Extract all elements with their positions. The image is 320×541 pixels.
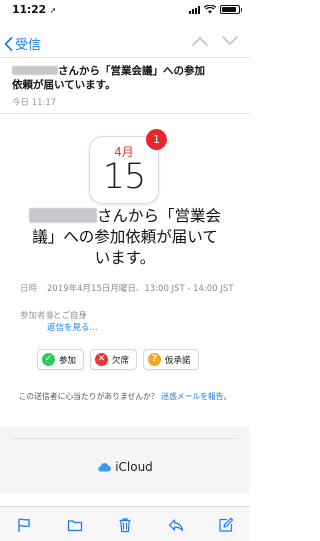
maybe-button[interactable]: ? 仮承諾 [143, 349, 199, 370]
back-button[interactable]: 受信 [4, 34, 41, 53]
invite-title: さんから「営業会 議」への参加依頼が届いて います。 [0, 206, 250, 269]
event-time-row: 日時 2019年4月15日月曜日、13:00 JST - 14:00 JST [20, 283, 247, 295]
nav-bar: 受信 [0, 30, 250, 56]
compose-button[interactable] [218, 517, 234, 533]
notification-badge: 1 [146, 129, 167, 150]
checkmark-icon: ✓ [42, 353, 55, 366]
icloud-label: iCloud [115, 460, 153, 474]
icloud-brand: iCloud [0, 460, 250, 474]
maybe-label: 仮承諾 [165, 355, 191, 366]
attendee-label: 参加者 [20, 311, 46, 321]
bottom-toolbar [0, 506, 250, 541]
subject-text-line2: 依頼が届いています。 [12, 79, 116, 91]
battery-icon [220, 5, 242, 14]
status-bar: 11:22 ➚ [0, 0, 250, 20]
footer-divider [12, 438, 238, 439]
mail-subject: さんから「営業会議」への参加 依頼が届いています。 [12, 64, 242, 92]
status-icons [189, 5, 242, 14]
signal-icon [189, 5, 200, 14]
calendar-day: 15 [102, 157, 147, 197]
attendee-row: 参加者 とご自身 返信を見る... [20, 310, 247, 334]
chevron-up-icon[interactable] [192, 36, 208, 46]
compose-icon [219, 517, 234, 532]
chevron-left-icon [4, 36, 13, 51]
event-time-value: 2019年4月15日月曜日、13:00 JST - 14:00 JST [47, 284, 234, 294]
sender-note: この送信者に心当たりがありませんか？ 迷惑メールを報告。 [0, 391, 250, 402]
decline-button[interactable]: ✕ 欠席 [90, 349, 138, 370]
location-arrow-icon: ➚ [49, 6, 57, 15]
trash-icon [119, 518, 131, 533]
redacted-sender-name [12, 66, 58, 75]
header-divider [0, 113, 250, 114]
flag-icon [18, 518, 30, 532]
nav-divider [0, 57, 250, 58]
report-junk-link[interactable]: 迷惑メールを報告。 [161, 392, 231, 401]
folder-icon [67, 520, 82, 532]
question-mark-icon: ? [148, 353, 162, 366]
mail-date: 今日 11:17 [12, 98, 57, 108]
sender-question: この送信者に心当たりがありませんか？ [18, 392, 159, 401]
trash-button[interactable] [117, 517, 133, 533]
reply-button[interactable] [168, 517, 184, 533]
attendee-value: とご自身 [47, 310, 247, 322]
flag-button[interactable] [16, 517, 32, 533]
view-replies-link[interactable]: 返信を見る... [47, 322, 247, 334]
wifi-icon [204, 5, 216, 14]
decline-label: 欠席 [112, 355, 130, 366]
accept-label: 参加 [59, 355, 77, 366]
chevron-down-icon[interactable] [222, 36, 238, 46]
invite-title-text: さんから「営業会 [96, 207, 221, 225]
accept-button[interactable]: ✓ 参加 [37, 349, 85, 370]
mail-footer: iCloud [0, 426, 250, 494]
back-button-label: 受信 [15, 38, 42, 53]
attendee-text: とご自身 [53, 311, 88, 321]
status-time: 11:22 ➚ [12, 3, 57, 16]
message-navigation [192, 36, 238, 46]
invite-title-text-line3: います。 [94, 249, 156, 267]
response-buttons: ✓ 参加 ✕ 欠席 ? 仮承諾 [37, 349, 199, 370]
reply-icon [168, 519, 183, 532]
x-mark-icon: ✕ [95, 353, 109, 366]
move-to-folder-button[interactable] [67, 517, 83, 533]
redacted-attendee [47, 311, 53, 319]
redacted-sender-name [28, 208, 97, 223]
event-time-label: 日時 [20, 284, 38, 294]
invite-title-text-line2: 議」への参加依頼が届いて [32, 228, 218, 246]
subject-text: さんから「営業会議」への参加 [58, 65, 205, 77]
cloud-icon [98, 463, 112, 472]
